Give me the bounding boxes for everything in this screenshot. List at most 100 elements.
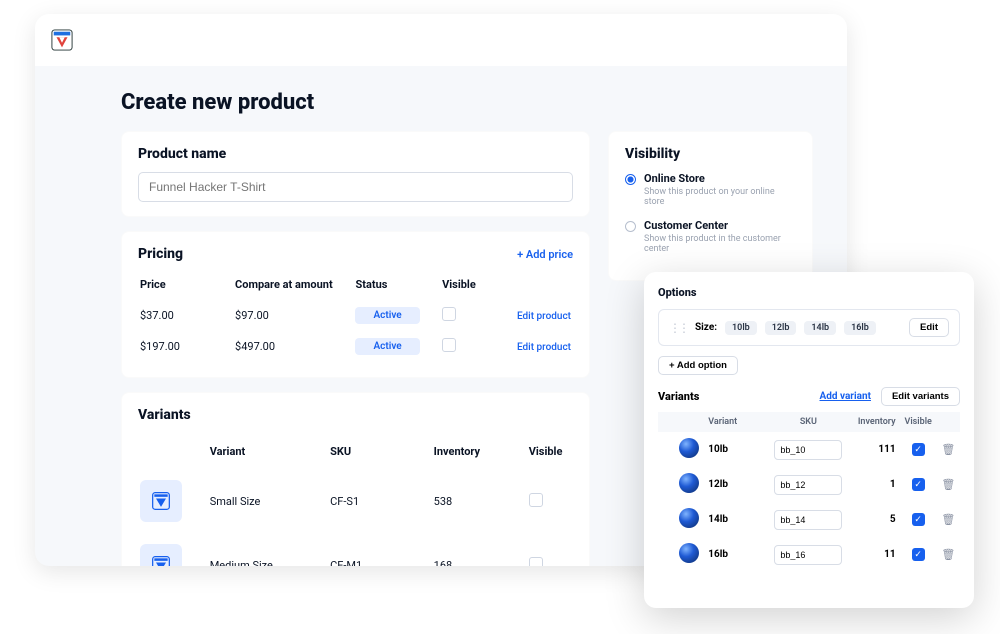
ov-header-inventory: Inventory — [851, 412, 899, 432]
variant-sku: CF-M1 — [330, 534, 432, 566]
visible-checkbox[interactable] — [442, 338, 456, 352]
add-option-button[interactable]: + Add option — [658, 356, 738, 375]
option-chip[interactable]: 16lb — [844, 321, 876, 335]
variants-header-inventory: Inventory — [434, 435, 527, 468]
compare-value: $497.00 — [235, 332, 353, 361]
overlay-variant-row: 10lb 111 ✓ 🗑 — [658, 432, 960, 467]
edit-product-link[interactable]: Edit product — [517, 342, 571, 353]
ov-header-sku: SKU — [765, 412, 851, 432]
ov-visible-checkbox[interactable]: ✓ — [912, 513, 925, 526]
visibility-title: Visibility — [625, 146, 796, 162]
variant-visible-checkbox[interactable] — [529, 557, 543, 567]
pricing-title: Pricing — [138, 246, 183, 262]
ov-sku-input[interactable] — [774, 510, 842, 530]
option-chip[interactable]: 12lb — [765, 321, 797, 335]
app-topbar — [35, 14, 847, 66]
variant-image-icon[interactable] — [679, 438, 699, 458]
visibility-option[interactable]: Online Store Show this product on your o… — [625, 172, 796, 207]
ov-inventory: 5 — [851, 502, 899, 537]
variant-thumb-icon[interactable] — [140, 480, 182, 522]
price-value: $197.00 — [140, 332, 233, 361]
add-price-link[interactable]: + Add price — [517, 248, 573, 261]
overlay-variant-row: 12lb 1 ✓ 🗑 — [658, 467, 960, 502]
ov-variant-name: 10lb — [704, 432, 765, 467]
trash-icon[interactable]: 🗑 — [941, 548, 955, 561]
visibility-sub: Show this product in the customer center — [644, 234, 796, 254]
option-chip[interactable]: 10lb — [725, 321, 757, 335]
radio-icon[interactable] — [625, 221, 636, 232]
variants-header-sku: SKU — [330, 435, 432, 468]
ov-sku-input[interactable] — [774, 440, 842, 460]
pricing-row: $197.00 $497.00 Active Edit product — [140, 332, 571, 361]
ov-sku-input[interactable] — [774, 475, 842, 495]
ov-inventory: 11 — [851, 537, 899, 572]
visibility-label: Online Store — [644, 172, 796, 185]
options-title: Options — [658, 286, 960, 299]
ov-visible-checkbox[interactable]: ✓ — [912, 478, 925, 491]
ov-variant-name: 16lb — [704, 537, 765, 572]
pricing-header-visible: Visible — [442, 272, 505, 299]
status-badge[interactable]: Active — [355, 307, 419, 324]
ov-visible-checkbox[interactable]: ✓ — [912, 443, 925, 456]
variant-image-icon[interactable] — [679, 543, 699, 563]
trash-icon[interactable]: 🗑 — [941, 443, 955, 456]
visibility-card: Visibility Online Store Show this produc… — [608, 131, 813, 281]
overlay-variant-row: 14lb 5 ✓ 🗑 — [658, 502, 960, 537]
visibility-option[interactable]: Customer Center Show this product in the… — [625, 219, 796, 254]
variant-name: Medium Size — [210, 534, 328, 566]
ov-inventory: 111 — [851, 432, 899, 467]
trash-icon[interactable]: 🗑 — [941, 478, 955, 491]
variant-name: Small Size — [210, 470, 328, 532]
compare-value: $97.00 — [235, 301, 353, 330]
drag-handle-icon[interactable]: ⋮⋮ — [669, 321, 687, 335]
option-chip[interactable]: 14lb — [804, 321, 836, 335]
pricing-table: Price Compare at amount Status Visible $… — [138, 270, 573, 363]
pricing-header-status: Status — [355, 272, 440, 299]
edit-product-link[interactable]: Edit product — [517, 311, 571, 322]
visible-checkbox[interactable] — [442, 307, 456, 321]
variants-header-variant: Variant — [210, 435, 328, 468]
variant-row: Small Size CF-S1 538 — [140, 470, 571, 532]
variants-title: Variants — [138, 407, 573, 423]
product-name-input[interactable] — [138, 172, 573, 202]
variant-inventory: 168 — [434, 534, 527, 566]
edit-option-button[interactable]: Edit — [909, 318, 949, 337]
variant-image-icon[interactable] — [679, 473, 699, 493]
trash-icon[interactable]: 🗑 — [941, 513, 955, 526]
option-name: Size: — [695, 322, 717, 333]
overlay-variant-row: 16lb 11 ✓ 🗑 — [658, 537, 960, 572]
ov-header-visible: Visible — [900, 412, 937, 432]
pricing-row: $37.00 $97.00 Active Edit product — [140, 301, 571, 330]
price-value: $37.00 — [140, 301, 233, 330]
visibility-sub: Show this product on your online store — [644, 187, 796, 207]
pricing-card: Pricing + Add price Price Compare at amo… — [121, 231, 590, 378]
variant-inventory: 538 — [434, 470, 527, 532]
edit-variants-button[interactable]: Edit variants — [881, 387, 960, 406]
overlay-variants-table: Variant SKU Inventory Visible 10lb 111 ✓… — [658, 412, 960, 572]
option-row: ⋮⋮ Size: 10lb 12lb 14lb 16lb Edit — [658, 309, 960, 346]
variant-image-icon[interactable] — [679, 508, 699, 528]
ov-variant-name: 14lb — [704, 502, 765, 537]
ov-visible-checkbox[interactable]: ✓ — [912, 548, 925, 561]
pricing-header-price: Price — [140, 272, 233, 299]
product-name-title: Product name — [138, 146, 573, 162]
variant-row: Medium Size CF-M1 168 — [140, 534, 571, 566]
ov-inventory: 1 — [851, 467, 899, 502]
variant-sku: CF-S1 — [330, 470, 432, 532]
overlay-variants-title: Variants — [658, 390, 699, 403]
status-badge[interactable]: Active — [355, 338, 419, 355]
pricing-header-compare: Compare at amount — [235, 272, 353, 299]
page-title: Create new product — [121, 90, 813, 115]
radio-icon[interactable] — [625, 174, 636, 185]
options-overlay-panel: Options ⋮⋮ Size: 10lb 12lb 14lb 16lb Edi… — [644, 272, 974, 608]
ov-sku-input[interactable] — [774, 545, 842, 565]
variant-visible-checkbox[interactable] — [529, 493, 543, 507]
add-variant-link[interactable]: Add variant — [820, 391, 871, 402]
ov-variant-name: 12lb — [704, 467, 765, 502]
variants-card: Variants Variant SKU Inventory Visible S… — [121, 392, 590, 566]
variant-thumb-icon[interactable] — [140, 544, 182, 566]
product-name-card: Product name — [121, 131, 590, 217]
ov-header-variant: Variant — [704, 412, 765, 432]
variants-header-visible: Visible — [529, 435, 571, 468]
visibility-label: Customer Center — [644, 219, 796, 232]
